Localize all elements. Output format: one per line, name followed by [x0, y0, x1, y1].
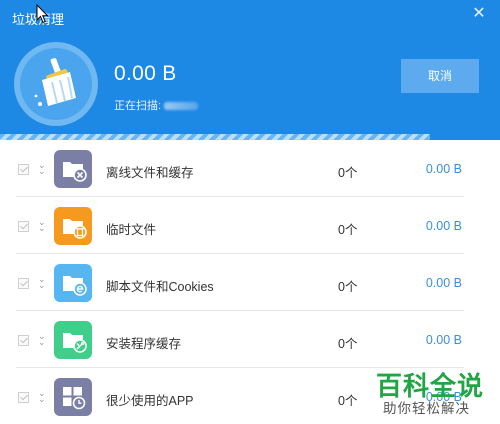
- category-name: 临时文件: [106, 223, 157, 237]
- category-size: 0.00 B: [425, 219, 462, 233]
- cleaning-broom-badge: [14, 42, 98, 126]
- expand-chevron-icon[interactable]: ⌄ ⌄: [38, 275, 48, 290]
- category-count: 0个: [338, 337, 358, 351]
- folder-trash-icon: [54, 207, 92, 245]
- broom-icon: [34, 58, 76, 106]
- watermark-subtitle: 助你轻松解决: [383, 401, 470, 416]
- category-count: 0个: [338, 223, 358, 237]
- category-checkbox[interactable]: [18, 335, 29, 346]
- category-count: 0个: [338, 280, 358, 294]
- expand-chevron-icon[interactable]: ⌄ ⌄: [38, 161, 48, 176]
- category-size: 0.00 B: [425, 276, 462, 290]
- scan-status: 正在扫描:: [114, 97, 199, 113]
- category-row: ⌄ ⌄ 安装程序缓存 0个 0.00 B: [0, 311, 500, 368]
- scanned-size: 0.00 B: [114, 62, 177, 85]
- mouse-cursor-icon: [36, 4, 49, 24]
- category-name: 离线文件和缓存: [106, 166, 194, 180]
- category-size: 0.00 B: [425, 162, 462, 176]
- folder-browser-icon: [54, 264, 92, 302]
- watermark: 百科全说 助你轻松解决: [376, 366, 496, 420]
- close-icon[interactable]: ✕: [470, 5, 488, 23]
- category-row: ⌄ ⌄ 脚本文件和Cookies 0个 0.00 B: [0, 254, 500, 311]
- app-grid-clock-icon: [54, 378, 92, 416]
- category-checkbox[interactable]: [18, 221, 29, 232]
- scan-status-label: 正在扫描:: [114, 100, 162, 112]
- folder-delete-icon: [54, 150, 92, 188]
- category-checkbox[interactable]: [18, 164, 29, 175]
- category-name: 安装程序缓存: [106, 337, 182, 351]
- scan-current-path: [164, 102, 199, 111]
- category-name: 很少使用的APP: [106, 394, 194, 408]
- expand-chevron-icon[interactable]: ⌄ ⌄: [38, 389, 48, 404]
- folder-installer-icon: [54, 321, 92, 359]
- category-checkbox[interactable]: [18, 392, 29, 403]
- category-row: ⌄ ⌄ 离线文件和缓存 0个 0.00 B: [0, 140, 500, 197]
- cancel-button[interactable]: 取消: [401, 59, 479, 93]
- expand-chevron-icon[interactable]: ⌄ ⌄: [38, 218, 48, 233]
- expand-chevron-icon[interactable]: ⌄ ⌄: [38, 332, 48, 347]
- category-count: 0个: [338, 394, 358, 408]
- scan-header: 垃圾清理 ✕ 0.00 B 正在扫描: 取消: [0, 0, 500, 140]
- category-name: 脚本文件和Cookies: [106, 280, 214, 294]
- category-size: 0.00 B: [425, 333, 462, 347]
- category-checkbox[interactable]: [18, 278, 29, 289]
- category-row: ⌄ ⌄ 临时文件 0个 0.00 B: [0, 197, 500, 254]
- category-count: 0个: [338, 166, 358, 180]
